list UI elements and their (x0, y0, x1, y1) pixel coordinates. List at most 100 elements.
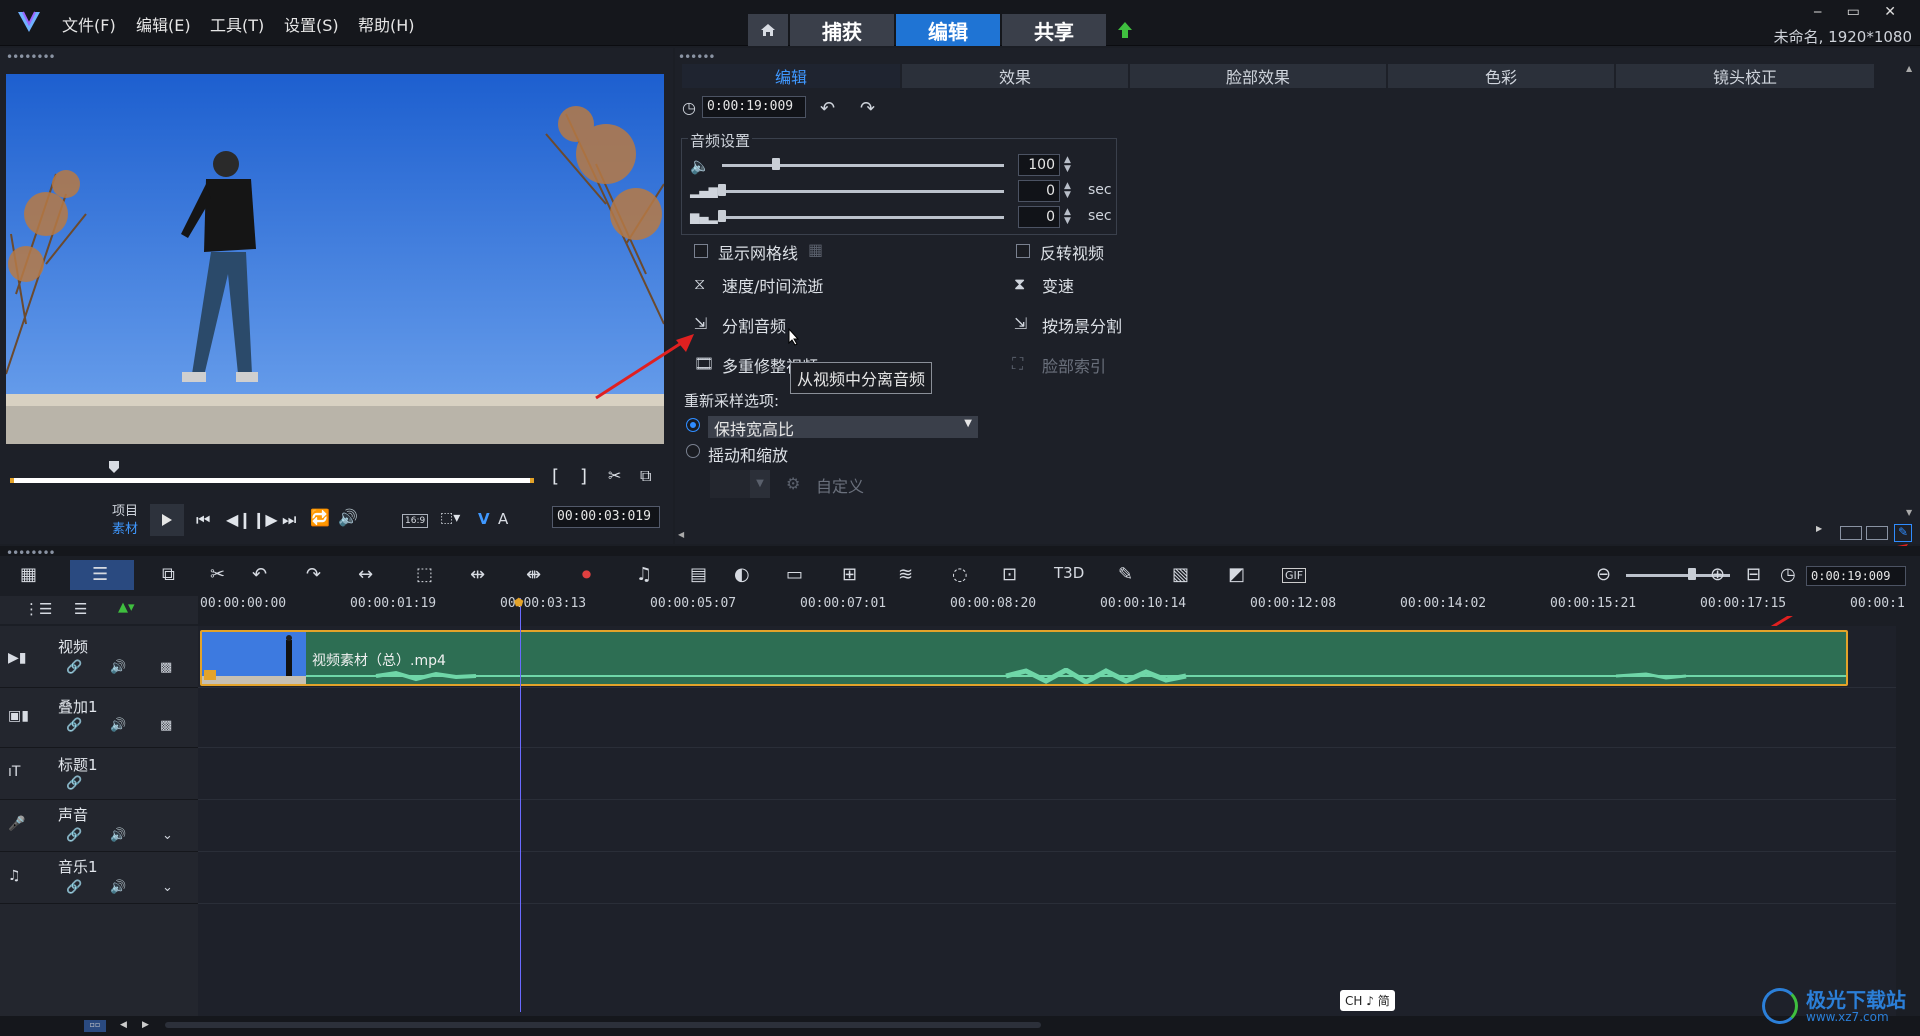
gif-icon[interactable]: GIF (1282, 568, 1307, 583)
subtitle-icon[interactable]: ▭ (786, 564, 803, 585)
storyboard-view-icon[interactable]: ▦ (20, 564, 37, 585)
motion-icon[interactable]: ≋ (898, 564, 913, 585)
tab-color[interactable]: 色彩 (1388, 64, 1614, 88)
track-header-title[interactable]: ıT 标题1 🔗 (0, 748, 198, 800)
splitter[interactable] (0, 546, 1920, 556)
crop-icon[interactable]: ⬚▾ (440, 510, 460, 526)
view-layout-1-icon[interactable] (1840, 526, 1862, 540)
link-icon[interactable]: 🔗 (66, 880, 82, 895)
volume-slider-thumb[interactable] (772, 158, 780, 170)
timeline-vscroll[interactable] (1898, 626, 1920, 1016)
tab-edit-options[interactable]: 编辑 (682, 64, 900, 88)
grid-settings-icon[interactable]: ▦ (808, 240, 823, 259)
blend-icon[interactable]: ◐ (734, 564, 750, 585)
panel-grip-icon[interactable]: •••••• (678, 50, 715, 64)
scroll-left-icon[interactable]: ◀ (678, 530, 684, 539)
multicam-icon[interactable]: ▤ (690, 564, 707, 585)
tab-edit[interactable]: 编辑 (896, 14, 1000, 46)
mute-icon[interactable]: 🔊 (110, 828, 126, 843)
scroll-down-icon[interactable]: ▼ (1906, 508, 1912, 517)
chevron-down-icon[interactable]: ⌄ (162, 880, 173, 895)
reverse-video-checkbox[interactable] (1016, 244, 1030, 258)
view-layout-2-icon[interactable] (1866, 526, 1888, 540)
reverse-video-label[interactable]: 反转视频 (1040, 240, 1104, 264)
fit-frame-icon[interactable]: ⬚ (416, 564, 433, 585)
duration-field[interactable]: 0:00:19:009 (702, 96, 806, 118)
video-clip[interactable]: 视频素材（总）.mp4 (200, 630, 1848, 686)
title-3d-icon[interactable]: T3D (1054, 564, 1084, 582)
menu-file[interactable]: 文件(F) (62, 12, 116, 36)
next-frame-icon[interactable]: ❙▶ (252, 510, 278, 529)
track-row-overlay[interactable] (198, 688, 1896, 748)
volume-input[interactable]: 100 (1018, 154, 1060, 176)
tools-icon[interactable]: ✂ (210, 564, 225, 585)
show-grid-label[interactable]: 显示网格线 (718, 240, 798, 264)
mark-in-button[interactable]: [ (552, 466, 559, 487)
edit-options-icon[interactable]: ✎ (1894, 524, 1912, 542)
fade-out-input[interactable]: 0 (1018, 206, 1060, 228)
speed-icon[interactable]: ⧖ (694, 274, 705, 294)
resample-select[interactable]: 保持宽高比 ▼ (708, 416, 978, 439)
tracking-icon[interactable]: ⊡ (1002, 564, 1017, 585)
mute-icon[interactable]: 🔊 (110, 880, 126, 895)
link-icon[interactable]: 🔗 (66, 828, 82, 843)
menu-settings[interactable]: 设置(S) (284, 12, 339, 36)
audio-mixer-icon[interactable]: ♫ (636, 564, 652, 585)
repeat-icon[interactable]: 🔁 (310, 508, 330, 527)
timeline-hscroll[interactable] (165, 1022, 1041, 1028)
timeline-zoom-icon[interactable]: ▫▫ (84, 1020, 106, 1032)
clip-mode-label[interactable]: 素材 (112, 518, 138, 537)
video-v-icon[interactable]: V (478, 510, 490, 528)
audio-a-icon[interactable]: A (498, 510, 508, 528)
add-marker-icon[interactable]: ▲▾ (118, 600, 135, 615)
fade-in-slider-thumb[interactable] (718, 184, 726, 196)
variable-speed-icon[interactable]: ⧗ (1014, 274, 1025, 294)
go-to-start-icon[interactable]: ⏮ (196, 510, 210, 530)
scroll-left-icon[interactable]: ◀ (120, 1020, 127, 1030)
track-row-title[interactable] (198, 748, 1896, 800)
paint-icon[interactable]: ✎ (1118, 564, 1133, 585)
fade-out-spinner-icon[interactable]: ▲ ▼ (1064, 208, 1071, 226)
zoom-in-icon[interactable]: ⊕ (1710, 564, 1725, 585)
ime-indicator[interactable]: CH ♪ 简 (1340, 990, 1395, 1011)
expand-icon[interactable]: ⇼ (526, 564, 541, 585)
slideshow-icon[interactable]: ▧ (1172, 564, 1189, 585)
volume-slider[interactable] (722, 164, 1004, 167)
fade-out-slider[interactable] (722, 216, 1004, 219)
track-header-music[interactable]: ♫ 音乐1 🔗 🔊 ⌄ (0, 852, 198, 904)
split-screen-icon[interactable]: ⊞ (842, 564, 857, 585)
playhead[interactable] (520, 598, 521, 1012)
mask-icon[interactable]: ◌ (952, 564, 968, 585)
tab-lens-correction[interactable]: 镜头校正 (1616, 64, 1874, 88)
volume-icon[interactable]: 🔊 (338, 508, 358, 527)
go-to-end-icon[interactable]: ⏭ (282, 510, 296, 530)
tab-capture[interactable]: 捕获 (790, 14, 894, 46)
split-by-scene-button[interactable]: 按场景分割 (1042, 313, 1122, 337)
menu-tools[interactable]: 工具(T) (210, 12, 264, 36)
ripple-icon[interactable]: ▩ (160, 660, 172, 675)
split-icon[interactable]: ⇹ (470, 564, 485, 585)
mute-icon[interactable]: 🔊 (110, 718, 126, 733)
scrub-handle[interactable] (108, 460, 120, 474)
volume-spinner-icon[interactable]: ▲ ▼ (1064, 156, 1071, 174)
redo-icon[interactable]: ↷ (306, 564, 321, 585)
timeline-ruler[interactable] (198, 596, 1898, 616)
fade-in-spinner-icon[interactable]: ▲ ▼ (1064, 182, 1071, 200)
play-button[interactable] (150, 504, 184, 536)
tab-face-effects[interactable]: 脸部效果 (1130, 64, 1386, 88)
home-icon[interactable] (748, 14, 788, 46)
window-controls[interactable]: ‒ ▭ ✕ (1813, 4, 1906, 20)
track-manager-icon[interactable]: ⋮☰ (24, 600, 52, 618)
project-duration[interactable]: 0:00:19:009 (1806, 566, 1906, 586)
tab-effects[interactable]: 效果 (902, 64, 1128, 88)
playhead-marker-icon[interactable]: ⬟ (514, 596, 524, 609)
scene-split-icon[interactable]: ⇲ (1014, 314, 1027, 333)
panel-grip-icon[interactable]: •••••••• (6, 50, 56, 64)
ripple-icon[interactable]: ▩ (160, 718, 172, 733)
aspect-ratio-button[interactable]: 16:9 (402, 514, 429, 528)
fit-project-icon[interactable]: ⊟ (1746, 564, 1761, 585)
pan-zoom-radio[interactable] (686, 444, 700, 458)
scroll-right-icon[interactable]: ▶ (142, 1020, 149, 1030)
track-row-voice[interactable] (198, 800, 1896, 852)
tab-share[interactable]: 共享 (1002, 14, 1106, 46)
